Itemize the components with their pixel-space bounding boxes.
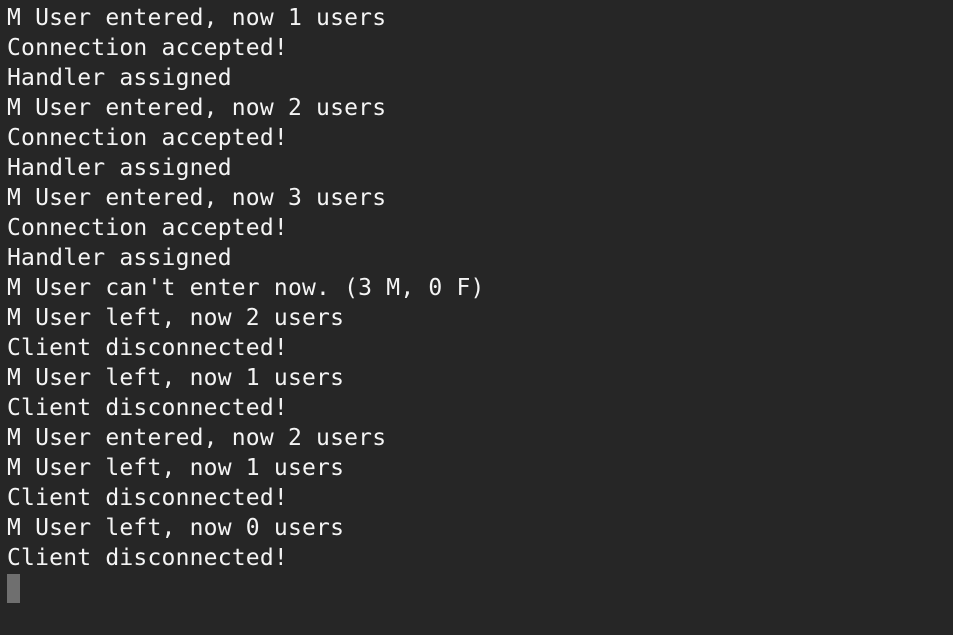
terminal-line: M User entered, now 2 users [7,95,387,121]
terminal-line: Client disconnected! [7,545,288,571]
terminal-line: M User left, now 0 users [7,515,345,541]
block-cursor [7,574,20,603]
terminal-line: M User left, now 1 users [7,365,345,391]
terminal-line: Client disconnected! [7,395,288,421]
terminal-line: Handler assigned [7,65,232,91]
terminal-window[interactable]: M User entered, now 1 users Connection a… [0,0,953,635]
terminal-line: M User entered, now 3 users [7,185,387,211]
terminal-line: Client disconnected! [7,485,288,511]
terminal-line: Client disconnected! [7,335,288,361]
terminal-line: M User can't enter now. (3 M, 0 F) [7,275,485,301]
terminal-output: M User entered, now 1 users Connection a… [7,3,953,603]
terminal-line: M User entered, now 2 users [7,425,387,451]
terminal-line: Handler assigned [7,155,232,181]
terminal-line: Connection accepted! [7,35,288,61]
terminal-line: Connection accepted! [7,125,288,151]
terminal-line: M User left, now 2 users [7,305,345,331]
terminal-line: M User left, now 1 users [7,455,345,481]
terminal-line: M User entered, now 1 users [7,5,387,31]
terminal-line: Connection accepted! [7,215,288,241]
terminal-line: Handler assigned [7,245,232,271]
input-prompt-line[interactable] [7,573,953,603]
